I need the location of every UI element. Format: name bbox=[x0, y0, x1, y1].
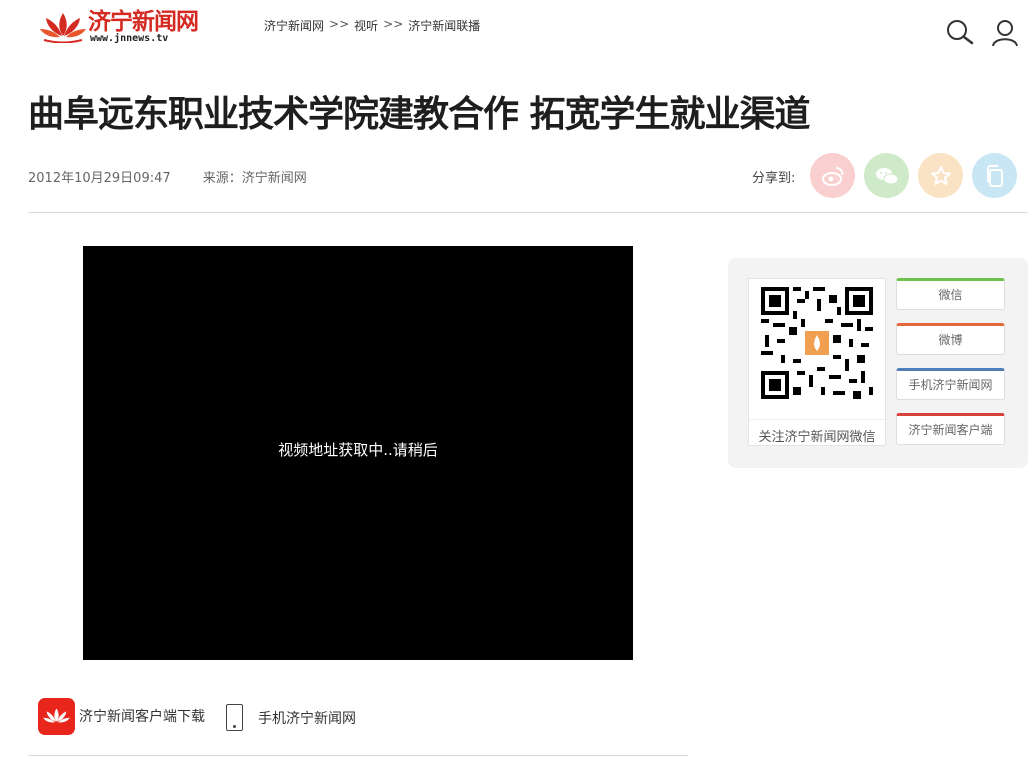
app-download-label: 济宁新闻客户端下载 bbox=[79, 709, 205, 725]
app-download-link[interactable]: 济宁新闻客户端下载 bbox=[38, 697, 205, 735]
mobile-site-button[interactable]: 手机济宁新闻网 bbox=[896, 368, 1005, 400]
search-icon[interactable] bbox=[945, 18, 975, 48]
article-title: 曲阜远东职业技术学院建教合作 拓宽学生就业渠道 bbox=[28, 94, 811, 135]
follow-panel: 关注济宁新闻网微信 微信 微博 手机济宁新闻网 济宁新闻客户端 bbox=[728, 258, 1028, 468]
breadcrumb-separator: >> bbox=[329, 17, 350, 31]
page: 济宁新闻网 www.jnnews.tv 济宁新闻网 >> 视听 >> 济宁新闻联… bbox=[0, 0, 1031, 757]
logo-text: 济宁新闻网 bbox=[88, 9, 199, 35]
share-copy-button[interactable] bbox=[972, 153, 1017, 198]
video-loading-message: 视频地址获取中..请稍后 bbox=[278, 441, 438, 459]
phone-icon bbox=[226, 704, 243, 731]
header-divider bbox=[28, 212, 1028, 213]
wechat-qr-box: 关注济宁新闻网微信 bbox=[748, 278, 886, 446]
share-favorite-button[interactable] bbox=[918, 153, 963, 198]
mobile-site-label: 手机济宁新闻网 bbox=[258, 710, 356, 727]
weibo-button[interactable]: 微博 bbox=[896, 323, 1005, 355]
share-weibo-button[interactable] bbox=[810, 153, 855, 198]
article-source: 来源：济宁新闻网 bbox=[202, 171, 307, 186]
weibo-icon bbox=[822, 167, 844, 186]
breadcrumb-news-broadcast[interactable]: 济宁新闻联播 bbox=[408, 17, 480, 34]
publish-date: 2012年10月29日09:47 bbox=[28, 171, 171, 186]
logo-url: www.jnnews.tv bbox=[90, 33, 169, 44]
breadcrumb-audiovisual[interactable]: 视听 bbox=[354, 17, 378, 34]
lotus-logo-icon bbox=[40, 13, 86, 43]
share-label: 分享到: bbox=[752, 171, 796, 186]
wechat-button[interactable]: 微信 bbox=[896, 278, 1005, 310]
app-logo-icon bbox=[38, 697, 75, 735]
content-divider bbox=[28, 755, 688, 756]
user-icon[interactable] bbox=[990, 18, 1020, 48]
qr-code-icon bbox=[761, 287, 873, 399]
site-logo[interactable]: 济宁新闻网 www.jnnews.tv bbox=[38, 9, 200, 45]
article-meta: 2012年10月29日09:47 来源：济宁新闻网 bbox=[28, 167, 307, 186]
breadcrumb-separator: >> bbox=[383, 17, 404, 31]
breadcrumb-home[interactable]: 济宁新闻网 bbox=[264, 17, 324, 34]
mobile-site-link[interactable]: 手机济宁新闻网 bbox=[226, 704, 356, 731]
breadcrumb: 济宁新闻网 >> 视听 >> 济宁新闻联播 bbox=[264, 17, 480, 34]
video-player[interactable]: 视频地址获取中..请稍后 bbox=[83, 246, 633, 660]
qr-caption: 关注济宁新闻网微信 bbox=[749, 419, 885, 445]
share-wechat-button[interactable] bbox=[864, 153, 909, 198]
client-app-button[interactable]: 济宁新闻客户端 bbox=[896, 413, 1005, 445]
copy-icon bbox=[987, 165, 1003, 187]
favorite-icon bbox=[931, 166, 951, 185]
wechat-icon bbox=[876, 168, 899, 185]
